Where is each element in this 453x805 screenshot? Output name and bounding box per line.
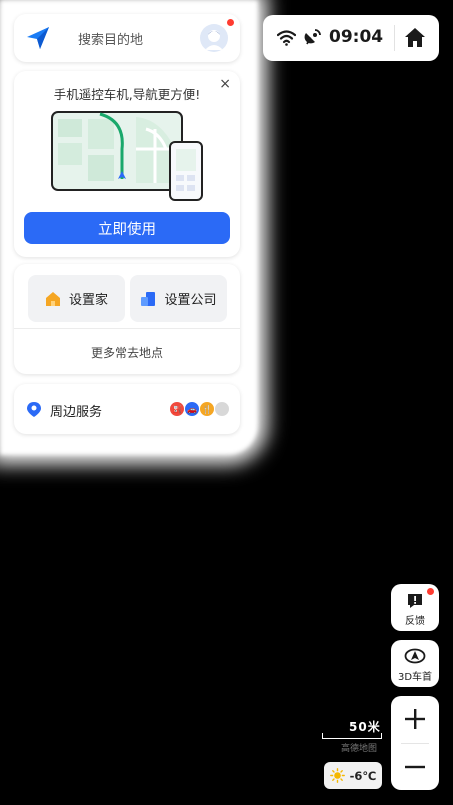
feedback-button[interactable]: 反馈 (391, 584, 439, 631)
map-provider-label: 高德地图 (341, 744, 378, 754)
building-icon (141, 291, 156, 306)
map-scale-bar (322, 733, 382, 739)
more-poi-icon (214, 401, 230, 417)
home-icon (45, 291, 60, 306)
status-divider (394, 25, 395, 51)
plus-icon (405, 709, 425, 729)
search-placeholder: 搜索目的地 (78, 33, 144, 48)
gas-station-icon: ⛽ (169, 401, 185, 417)
location-pin-icon (27, 402, 41, 417)
3d-view-icon (404, 648, 426, 664)
search-bar[interactable]: 搜索目的地 (14, 14, 240, 62)
feedback-icon (408, 594, 422, 608)
frequent-places-card: 设置家 设置公司 更多常去地点 (14, 264, 240, 374)
3d-heading-up-label: 3D车首 (397, 672, 433, 683)
more-frequent-places-link[interactable]: 更多常去地点 (14, 344, 240, 361)
home-button-icon[interactable] (404, 27, 426, 48)
promo-title: 手机遥控车机,导航更方便! (53, 87, 201, 102)
3d-heading-up-button[interactable]: 3D车首 (391, 640, 439, 687)
poi-category-icons: ⛽ 🚗 🍴 (169, 401, 230, 417)
weather-badge[interactable]: -6℃ (324, 762, 382, 789)
user-avatar-icon (200, 24, 228, 52)
promo-card: 手机遥控车机,导航更方便! × 立即使用 (14, 71, 240, 257)
temperature: -6℃ (349, 768, 377, 783)
sun-icon (329, 768, 345, 783)
avatar-notification-dot (227, 19, 234, 26)
satellite-signal-icon (304, 29, 321, 45)
zoom-controls (391, 696, 439, 790)
navigation-arrow-icon (27, 27, 49, 49)
restaurant-icon: 🍴 (199, 401, 215, 417)
set-home-button[interactable]: 设置家 (28, 275, 125, 322)
divider (14, 328, 240, 329)
close-icon[interactable]: × (219, 76, 231, 92)
feedback-notification-dot (427, 588, 434, 595)
nearby-services-label: 周边服务 (50, 405, 103, 420)
wifi-icon (277, 30, 296, 46)
zoom-in-button[interactable] (391, 696, 439, 742)
status-bar: 09:04 (263, 15, 439, 61)
zoom-out-button[interactable] (391, 744, 439, 790)
minus-icon (405, 765, 425, 769)
phone-car-map-illustration (51, 111, 203, 201)
set-home-label: 设置家 (68, 293, 108, 308)
clock: 09:04 (329, 27, 384, 47)
use-now-button[interactable]: 立即使用 (24, 212, 230, 244)
nearby-services-card[interactable]: 周边服务 ⛽ 🚗 🍴 (14, 384, 240, 434)
set-company-label: 设置公司 (164, 293, 217, 308)
feedback-label: 反馈 (405, 616, 425, 627)
set-company-button[interactable]: 设置公司 (130, 275, 227, 322)
avatar[interactable] (200, 24, 228, 52)
car-service-icon: 🚗 (184, 401, 200, 417)
